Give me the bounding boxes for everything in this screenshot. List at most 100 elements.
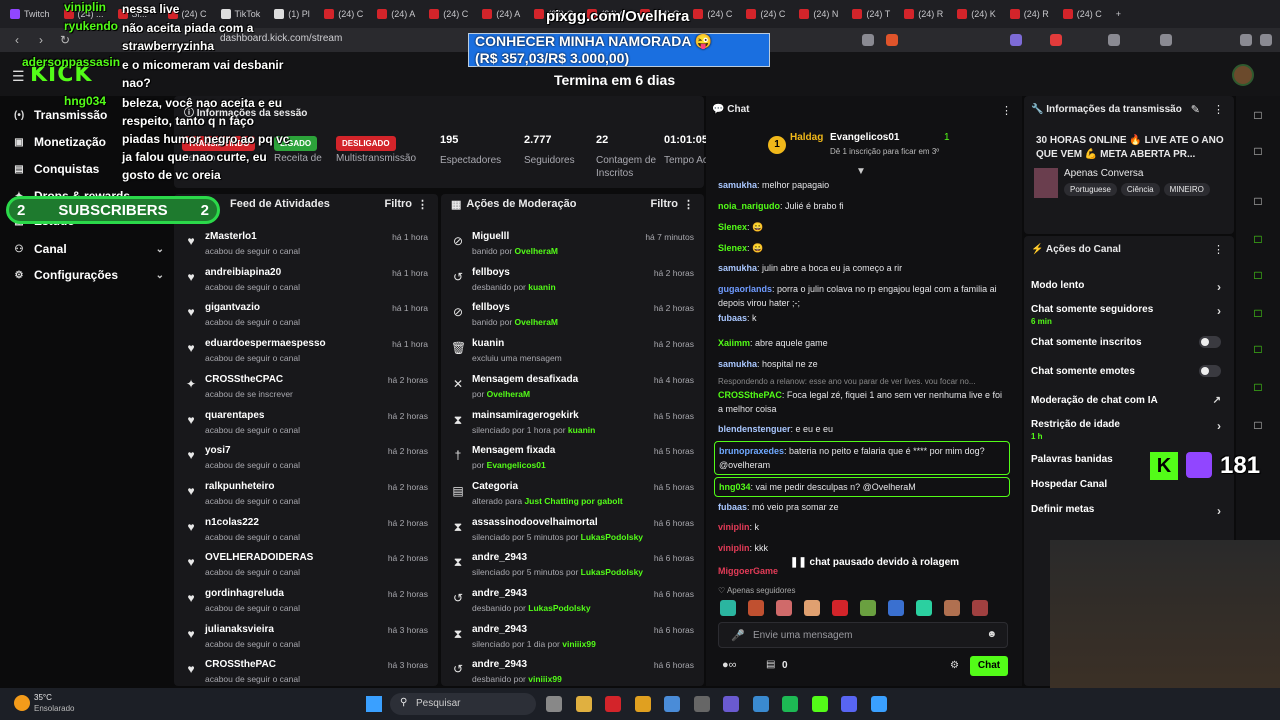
chat-message[interactable]: brunopraxedes: bateria no peito e falari… [714,441,1010,475]
chat-message[interactable]: Slenex: 😀 [718,241,1008,255]
list-item[interactable]: ♥ eduardoespermaespesso acabou de seguir o… [174,335,438,371]
list-item[interactable]: 🗑 kuanin excluiu uma mensagem há 2 horas [441,335,704,371]
moderation-target[interactable]: mainsamiragerogekirk [472,410,579,421]
emoji-icon[interactable]: ☻ [986,629,997,640]
chat-username[interactable]: Xaiimm [718,338,750,348]
tag-pill[interactable]: Ciência [1120,183,1160,196]
browser-tab[interactable]: (24) N [793,3,844,25]
emote-icon[interactable] [944,600,960,616]
moderation-target[interactable]: fellboys [472,267,510,278]
moderation-target[interactable]: andre_2943 [472,624,527,635]
moderator-name[interactable]: LukasPodolsky [581,532,643,542]
browser-tab[interactable]: (24) A [476,3,526,25]
more-icon[interactable]: ⋮ [1213,103,1224,116]
windows-start-icon[interactable] [366,696,382,712]
chat-username[interactable]: noia_narigudo [718,201,780,211]
browser-tab[interactable]: (24) C [318,3,369,25]
sidebar-item-configura-es[interactable]: ⚙ Configurações ⌄ [14,268,164,282]
bolt-icon[interactable]: □ [1250,232,1266,248]
moderator-name[interactable]: OvelheraM [515,317,558,327]
list-item[interactable]: ⧗ andre_2943 silenciado por 5 minutos por … [441,549,704,585]
emote-icon[interactable] [888,600,904,616]
list-item[interactable]: ♥ gordinhagreluda acabou de seguir o canal… [174,585,438,621]
share-icon[interactable] [862,34,874,46]
emote-icon[interactable] [748,600,764,616]
moderation-target[interactable]: andre_2943 [472,588,527,599]
moderator-name[interactable]: LukasPodolsky [581,567,643,577]
chat-message[interactable]: fubaas: k [718,311,1008,325]
chat-message[interactable]: Slenex: 😀 [718,220,1008,234]
activity-username[interactable]: CROSStheCPAC [205,374,283,385]
activity-username[interactable]: n1colas222 [205,517,259,528]
notepad-icon[interactable] [870,696,887,712]
puzzle-icon[interactable] [1108,34,1120,46]
menu-icon[interactable] [1260,34,1272,46]
points-icon[interactable]: ●∞ [722,659,737,671]
layout-icon[interactable]: □ [1250,380,1266,396]
forward-icon[interactable]: › [34,33,48,47]
list-item[interactable]: ↺ andre_2943 desbanido por LukasPodolsky há… [441,585,704,621]
activity-username[interactable]: ralkpunheteiro [205,481,274,492]
list-item[interactable]: ♥ CROSSthePAC acabou de seguir o canal há 3… [174,656,438,692]
vpn-icon[interactable] [1240,34,1252,46]
list-item[interactable]: ✦ CROSStheCPAC acabou de se inscrever há 2 … [174,371,438,407]
chat-message[interactable]: hng034: vai me pedir desculpas n? @Ovelh… [714,477,1010,497]
moderation-target[interactable]: andre_2943 [472,659,527,670]
moderation-target[interactable]: assassinodoovelhaimortal [472,517,598,528]
chat-message[interactable]: samukha: julin abre a boca eu ja começo … [718,261,1008,275]
microphone-icon[interactable]: 🎤 [731,629,745,642]
chat-username[interactable]: Slenex [718,222,747,232]
steam-icon[interactable] [752,696,769,712]
chat-message[interactable]: CROSSthePAC: Foca legal zé, fiquei 1 ano… [718,388,1008,416]
chat-username[interactable]: gugaorlands [718,284,772,294]
moderation-target[interactable]: Mensagem desafixada [472,374,578,385]
list-item[interactable]: ⧗ assassinodoovelhaimortal silenciado por … [441,514,704,550]
edit-icon[interactable]: ✎ [1191,103,1200,116]
activity-username[interactable]: OVELHERADOIDERAS [205,552,313,563]
channel-action-1[interactable]: Chat somente seguidores 6 min › [1031,304,1227,326]
taskbar-search[interactable]: ⚲ Pesquisar [390,693,536,715]
chat-username[interactable]: fubaas [718,313,747,323]
app-icon[interactable] [664,696,680,712]
moderation-target[interactable]: Categoria [472,481,518,492]
chat-message[interactable]: fubaas: mó veio pra somar ze [718,500,1008,514]
channel-action-0[interactable]: Modo lento › [1031,280,1227,294]
channel-action-5[interactable]: Restrição de idade 1 h › [1031,419,1227,441]
list-item[interactable]: ↺ fellboys desbanido por kuanin há 2 horas [441,264,704,300]
moderation-target[interactable]: Mensagem fixada [472,445,555,456]
moderator-name[interactable]: kuanin [528,282,555,292]
list-item[interactable]: ✕ Mensagem desafixada por OvelheraM há 4 ho… [441,371,704,407]
chat-icon[interactable]: □ [1250,306,1266,322]
moderator-name[interactable]: kuanin [568,425,595,435]
activity-username[interactable]: andreibiapina20 [205,267,281,278]
activity-username[interactable]: eduardoespermaespesso [205,338,326,349]
activity-username[interactable]: quarentapes [205,410,264,421]
emote-icon[interactable] [832,600,848,616]
chat-message[interactable]: noia_narigudo: Julié é brabo fi [718,199,1008,213]
broadcast-icon[interactable]: □ [1250,342,1266,358]
list-item[interactable]: ♥ zMasterlo1 acabou de seguir o canal há 1 … [174,228,438,264]
moderator-name[interactable]: viniiix99 [562,639,596,649]
chat-message[interactable]: samukha: hospital ne ze [718,357,1008,371]
chat-message[interactable]: viniplin: k [718,520,1008,534]
moderation-target[interactable]: kuanin [472,338,504,349]
file-icon[interactable]: □ [1250,268,1266,284]
more-icon[interactable]: ⋮ [1213,243,1224,256]
send-chat-button[interactable]: Chat [970,656,1008,676]
activity-username[interactable]: julianaksvieira [205,624,274,635]
reload-icon[interactable]: ↻ [58,33,72,47]
browser-tab[interactable]: Twitch [4,3,56,25]
new-tab-button[interactable]: + [1110,3,1158,25]
opera-icon[interactable] [605,696,621,712]
chat-username[interactable]: blendenstenguer [718,424,791,434]
browser-tab[interactable]: (24) R [898,3,949,25]
app-icon[interactable] [723,696,739,712]
channel-action-4[interactable]: Moderação de chat com IA ↗ [1031,395,1227,406]
category-thumbnail[interactable] [1034,168,1058,198]
chat-username[interactable]: Slenex [718,243,747,253]
chat-username[interactable]: viniplin [718,522,750,532]
gift-icon[interactable]: ▤ [766,659,775,670]
moderator-name[interactable]: OvelheraM [487,389,530,399]
moderator-name[interactable]: LukasPodolsky [528,603,590,613]
browser-tab[interactable]: (24) C [740,3,791,25]
